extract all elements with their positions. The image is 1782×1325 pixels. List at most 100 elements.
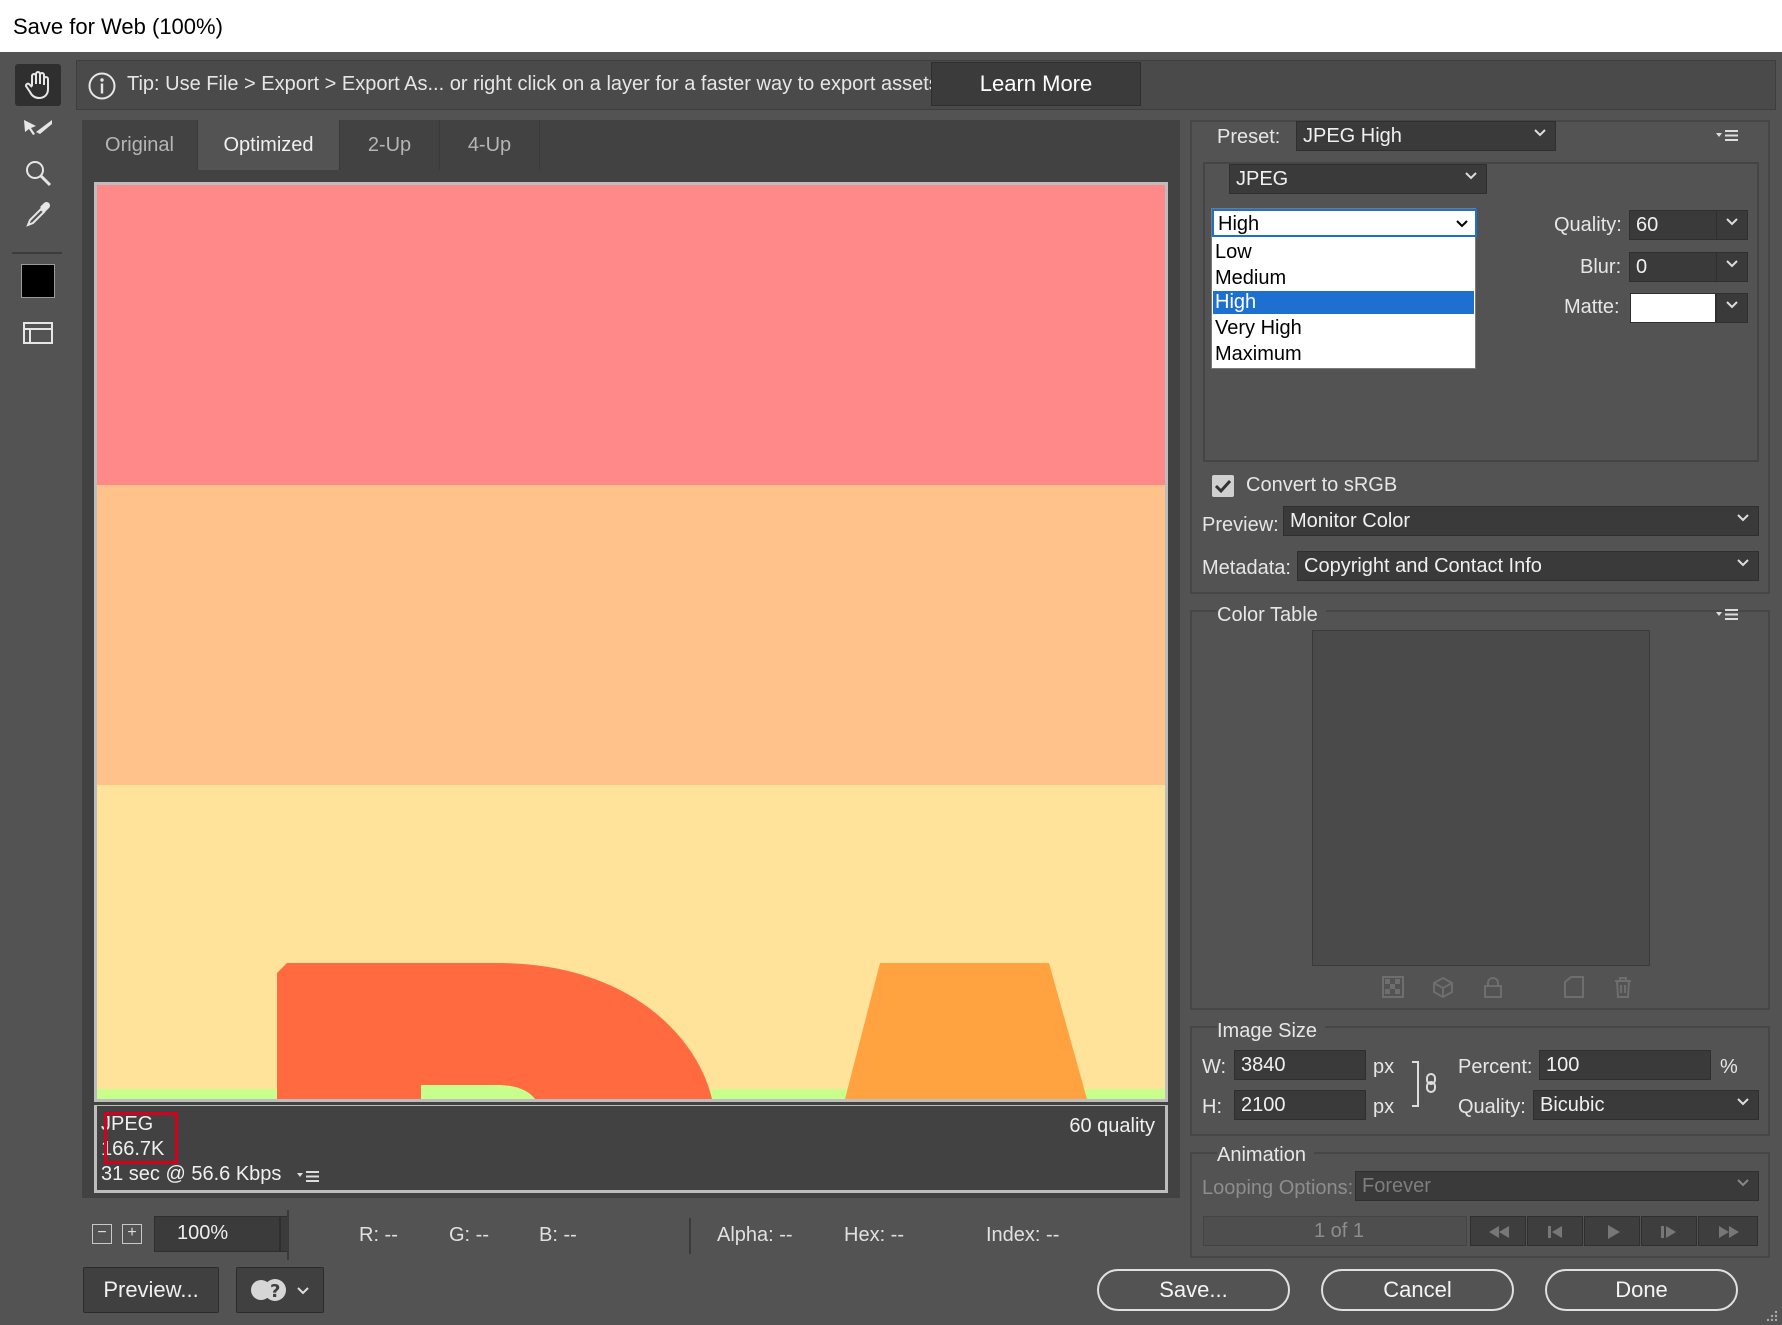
window-title: Save for Web (100%)	[13, 14, 223, 39]
tab-original[interactable]: Original	[82, 120, 198, 170]
chevron-down-icon	[1465, 172, 1477, 180]
quality-input[interactable]: 60	[1629, 210, 1717, 240]
chevron-down-icon	[297, 1287, 309, 1295]
metadata-value: Copyright and Contact Info	[1304, 555, 1542, 577]
animation-title: Animation	[1217, 1144, 1314, 1167]
browser-select-button[interactable]: ?	[236, 1267, 324, 1313]
lock-icon[interactable]	[1482, 976, 1504, 998]
hand-icon	[25, 71, 49, 100]
pixel-hex: Hex: --	[844, 1224, 904, 1246]
resample-quality-value: Bicubic	[1540, 1094, 1605, 1116]
window-title-bar: Save for Web (100%)	[0, 0, 1782, 52]
tab-2-up[interactable]: 2-Up	[340, 120, 440, 170]
file-format-select[interactable]: JPEG	[1229, 164, 1487, 194]
preview-color-value: Monitor Color	[1290, 510, 1411, 532]
hand-tool-button[interactable]	[15, 64, 61, 106]
preview-color-select[interactable]: Monitor Color	[1283, 506, 1759, 536]
tip-bar: Tip: Use File > Export > Export As... or…	[76, 60, 1776, 110]
percent-input[interactable]: 100	[1539, 1050, 1711, 1080]
convert-srgb-label: Convert to sRGB	[1246, 474, 1398, 496]
preview-area: JPEG 166.7K 31 sec @ 56.6 Kbps 60 qualit…	[82, 170, 1180, 1198]
previous-frame-button[interactable]	[1527, 1216, 1583, 1246]
optimized-image-preview[interactable]	[94, 182, 1168, 1102]
matte-dropdown[interactable]	[1716, 293, 1748, 323]
preview-image	[97, 185, 1165, 1099]
pixel-b: B: --	[539, 1224, 577, 1246]
preview-in-browser-button[interactable]: Preview...	[83, 1267, 219, 1313]
svg-text:?: ?	[270, 1281, 280, 1302]
info-quality: 60 quality	[1069, 1115, 1155, 1137]
compression-quality-dropdown[interactable]: High Low Medium High Very High Maximum	[1211, 208, 1477, 369]
last-frame-button[interactable]	[1698, 1216, 1758, 1246]
tab-4-up[interactable]: 4-Up	[440, 120, 540, 170]
first-frame-button[interactable]	[1470, 1216, 1526, 1246]
pixel-alpha: Alpha: --	[717, 1224, 793, 1246]
view-tabs: Original Optimized 2-Up 4-Up	[82, 120, 1180, 170]
matte-label: Matte:	[1564, 296, 1620, 318]
trash-icon[interactable]	[1612, 976, 1634, 998]
color-swatch	[21, 264, 55, 298]
quality-option-high[interactable]: High	[1213, 291, 1474, 314]
quality-option-medium[interactable]: Medium	[1213, 267, 1474, 290]
tab-optimized[interactable]: Optimized	[198, 120, 340, 170]
height-label: H:	[1202, 1096, 1222, 1118]
chevron-down-icon	[1737, 1098, 1749, 1106]
preset-value: JPEG High	[1303, 125, 1402, 147]
height-unit: px	[1373, 1096, 1395, 1118]
toggle-slices-icon	[23, 322, 53, 344]
cancel-button[interactable]: Cancel	[1321, 1269, 1514, 1311]
web-shift-cube-icon[interactable]	[1432, 976, 1454, 998]
quality-slider-button[interactable]	[1716, 210, 1748, 240]
save-button[interactable]: Save...	[1097, 1269, 1290, 1311]
zoom-out-button[interactable]: −	[92, 1224, 112, 1244]
preset-select[interactable]: JPEG High	[1296, 121, 1556, 151]
play-icon	[1608, 1225, 1620, 1239]
percent-unit: %	[1720, 1056, 1738, 1078]
image-size-title: Image Size	[1217, 1020, 1326, 1043]
matte-color-swatch[interactable]	[1630, 293, 1716, 323]
learn-more-button[interactable]: Learn More	[931, 62, 1141, 106]
slice-select-icon	[24, 120, 52, 135]
toggle-slices-button[interactable]	[15, 312, 61, 354]
next-frame-button[interactable]	[1641, 1216, 1697, 1246]
constrain-proportions-link-icon[interactable]	[1410, 1060, 1440, 1110]
eyedropper-tool-button[interactable]	[15, 194, 61, 236]
pixel-g: G: --	[449, 1224, 489, 1246]
slice-select-tool-button[interactable]	[15, 108, 61, 150]
panel-menu-icon[interactable]	[1714, 128, 1740, 144]
color-table-menu-icon[interactable]	[1714, 607, 1740, 623]
transparency-icon[interactable]	[1382, 976, 1404, 998]
quality-option-maximum[interactable]: Maximum	[1213, 343, 1474, 366]
eyedropper-color-swatch[interactable]	[15, 260, 61, 302]
metadata-select[interactable]: Copyright and Contact Info	[1297, 551, 1759, 581]
convert-srgb-checkbox[interactable]	[1212, 475, 1234, 497]
compression-quality-value: High	[1218, 213, 1260, 235]
quality-option-very-high[interactable]: Very High	[1213, 317, 1474, 340]
info-icon	[88, 72, 116, 100]
width-input[interactable]: 3840	[1234, 1050, 1366, 1080]
resample-quality-label: Quality:	[1458, 1096, 1526, 1118]
zoom-tool-button[interactable]	[15, 152, 61, 194]
width-unit: px	[1373, 1056, 1395, 1078]
resample-quality-select[interactable]: Bicubic	[1533, 1090, 1759, 1120]
blur-slider-button[interactable]	[1716, 252, 1748, 282]
compression-quality-select[interactable]: High	[1212, 209, 1477, 237]
zoom-icon	[26, 161, 52, 187]
resize-grip-icon[interactable]	[1764, 1308, 1778, 1322]
new-color-icon[interactable]	[1563, 976, 1585, 998]
previous-frame-icon	[1548, 1226, 1562, 1238]
zoom-level-select[interactable]: 100%	[154, 1216, 280, 1252]
color-table-swatches[interactable]	[1312, 630, 1650, 966]
file-format-value: JPEG	[1236, 168, 1289, 190]
metadata-label: Metadata:	[1202, 557, 1291, 579]
looping-options-select[interactable]: Forever	[1355, 1171, 1759, 1201]
frame-counter: 1 of 1	[1314, 1220, 1365, 1242]
quality-option-low[interactable]: Low	[1213, 241, 1474, 264]
chevron-down-icon	[1534, 129, 1546, 137]
height-input[interactable]: 2100	[1234, 1090, 1366, 1120]
download-menu-icon[interactable]	[295, 1168, 321, 1184]
done-button[interactable]: Done	[1545, 1269, 1738, 1311]
blur-input[interactable]: 0	[1629, 252, 1717, 282]
zoom-in-button[interactable]: +	[122, 1224, 142, 1244]
play-button[interactable]	[1584, 1216, 1640, 1246]
